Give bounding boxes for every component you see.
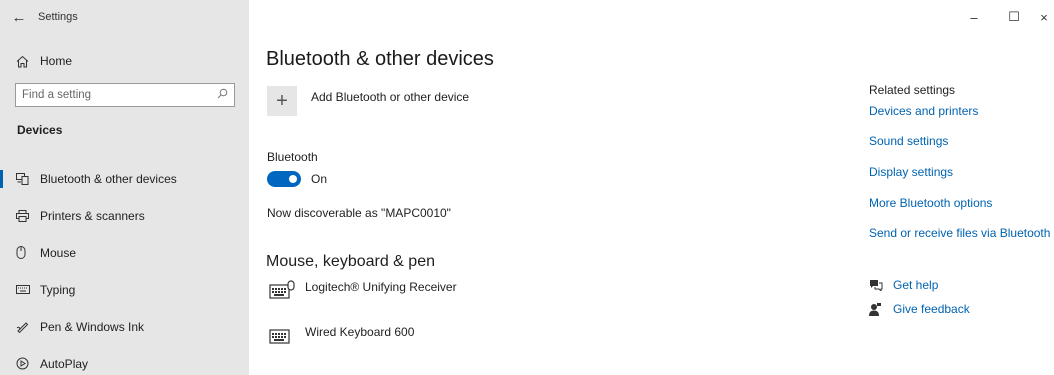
section-title-devices: Devices — [17, 123, 63, 137]
sidebar-item-printers[interactable]: Printers & scanners — [0, 197, 249, 234]
keyboard-icon — [269, 325, 295, 345]
sidebar-item-label: Bluetooth & other devices — [40, 171, 177, 186]
sidebar-item-label: Pen & Windows Ink — [40, 319, 145, 334]
keyboard-mouse-icon — [269, 280, 295, 300]
give-feedback-link[interactable]: Give feedback — [869, 302, 970, 316]
devices-and-printers-link[interactable]: Devices and printers — [869, 104, 978, 118]
devices-nav: Bluetooth & other devices Printers & sca… — [0, 160, 249, 375]
page-title: Bluetooth & other devices — [266, 48, 494, 70]
maximize-icon: ☐ — [1008, 9, 1020, 24]
maximize-button[interactable]: ☐ — [994, 0, 1034, 34]
more-bluetooth-options-link[interactable]: More Bluetooth options — [869, 196, 992, 210]
help-chat-icon — [869, 279, 893, 291]
give-feedback-label: Give feedback — [893, 302, 970, 316]
home-nav-item[interactable]: Home — [0, 49, 249, 73]
app-title: Settings — [38, 11, 78, 23]
bluetooth-label: Bluetooth — [267, 150, 318, 164]
feedback-person-icon — [869, 302, 893, 316]
minimize-icon: – — [970, 9, 978, 25]
keyboard-icon — [16, 285, 40, 294]
device-label: Wired Keyboard 600 — [305, 325, 415, 339]
send-receive-files-link[interactable]: Send or receive files via Bluetooth — [869, 226, 1050, 240]
back-arrow-icon: ← — [11, 8, 27, 26]
device-item-keyboard[interactable]: Wired Keyboard 600 — [269, 325, 414, 345]
add-device-label: Add Bluetooth or other device — [311, 90, 470, 104]
printer-icon — [16, 209, 40, 222]
device-item-logitech[interactable]: Logitech® Unifying Receiver — [269, 280, 457, 300]
display-settings-link[interactable]: Display settings — [869, 165, 953, 179]
bluetooth-state: On — [311, 172, 328, 186]
plus-icon: + — [267, 86, 297, 116]
search-placeholder: Find a setting — [22, 89, 92, 101]
sidebar-item-typing[interactable]: Typing — [0, 271, 249, 308]
get-help-label: Get help — [893, 278, 939, 292]
sidebar-item-mouse[interactable]: Mouse — [0, 234, 249, 271]
sidebar-item-bluetooth[interactable]: Bluetooth & other devices — [0, 160, 249, 197]
bluetooth-devices-icon — [16, 172, 40, 185]
sound-settings-link[interactable]: Sound settings — [869, 134, 948, 148]
autoplay-icon — [16, 357, 40, 370]
sidebar-item-label: Typing — [40, 282, 76, 297]
search-icon — [217, 88, 228, 102]
sidebar-item-pen[interactable]: Pen & Windows Ink — [0, 308, 249, 345]
minimize-button[interactable]: – — [954, 0, 994, 34]
discoverable-text: Now discoverable as "MAPC0010" — [267, 206, 451, 220]
bluetooth-toggle[interactable] — [267, 171, 301, 187]
mouse-keyboard-pen-title: Mouse, keyboard & pen — [266, 253, 435, 270]
sidebar: ← Settings Home Find a setting Devices B… — [0, 0, 249, 375]
home-label: Home — [40, 54, 73, 68]
get-help-link[interactable]: Get help — [869, 278, 938, 292]
close-button[interactable]: × — [1034, 0, 1054, 34]
bluetooth-toggle-row: On — [267, 171, 327, 187]
sidebar-item-autoplay[interactable]: AutoPlay — [0, 345, 249, 375]
device-label: Logitech® Unifying Receiver — [305, 280, 457, 294]
main-content: Bluetooth & other devices + Add Bluetoot… — [249, 0, 839, 375]
home-icon — [16, 55, 40, 68]
pen-icon — [16, 320, 40, 333]
close-icon: × — [1040, 9, 1048, 25]
sidebar-item-label: Printers & scanners — [40, 208, 145, 223]
mouse-icon — [16, 246, 40, 259]
related-settings-title: Related settings — [869, 83, 956, 97]
sidebar-item-label: AutoPlay — [40, 356, 89, 371]
add-device-button[interactable]: + Add Bluetooth or other device — [267, 86, 469, 116]
search-input[interactable]: Find a setting — [15, 83, 235, 107]
title-bar: ← Settings — [0, 0, 249, 34]
window-controls: – ☐ × — [954, 0, 1054, 34]
back-button[interactable]: ← — [0, 0, 38, 34]
sidebar-item-label: Mouse — [40, 245, 77, 260]
